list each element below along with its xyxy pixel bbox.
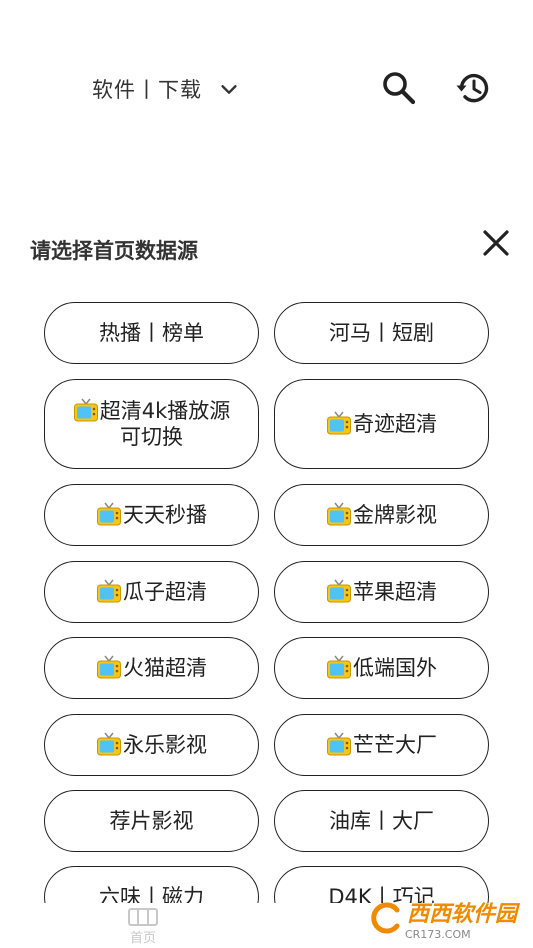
tv-icon: [97, 655, 121, 679]
source-button[interactable]: 苹果超清: [274, 561, 489, 623]
source-label: 低端国外: [353, 656, 437, 680]
source-label: 油库丨大厂: [329, 809, 434, 833]
home-icon: [128, 908, 158, 926]
source-label: 金牌影视: [353, 503, 437, 527]
tv-icon: [327, 411, 351, 435]
source-label: 荐片影视: [109, 809, 194, 833]
source-button[interactable]: 瓜子超清: [44, 561, 259, 623]
search-icon[interactable]: [379, 68, 419, 108]
source-button[interactable]: 低端国外: [274, 637, 489, 699]
tv-icon: [73, 398, 98, 422]
source-button[interactable]: 油库丨大厂: [274, 790, 489, 852]
source-button[interactable]: 金牌影视: [274, 484, 489, 546]
source-button[interactable]: 河马丨短剧: [274, 302, 489, 364]
source-label-line1: 超清4k播放源: [99, 399, 231, 423]
tv-icon: [327, 579, 351, 603]
tv-icon: [327, 732, 351, 756]
source-button[interactable]: 天天秒播: [44, 484, 259, 546]
source-label: 河马丨短剧: [329, 321, 434, 345]
source-label-line2: 可切换: [120, 425, 183, 449]
source-label: 奇迹超清: [353, 412, 437, 436]
top-bar: 软件丨下载: [0, 0, 533, 170]
source-label: 苹果超清: [353, 580, 437, 604]
source-label: 天天秒播: [123, 503, 207, 527]
source-button[interactable]: 热播丨榜单: [44, 302, 259, 364]
tv-icon: [97, 502, 121, 526]
tab-home[interactable]: 首页: [118, 903, 168, 948]
source-label: 瓜子超清: [123, 580, 207, 604]
source-selector[interactable]: 软件丨下载: [92, 72, 240, 106]
data-source-sheet: 热播丨榜单 河马丨短剧 超清4k播放源 可切换 奇迹超清 天天秒播 金牌影视 瓜…: [0, 205, 533, 905]
source-button[interactable]: 芒芒大厂: [274, 714, 489, 776]
tab-home-label: 首页: [129, 931, 156, 946]
source-button[interactable]: 超清4k播放源 可切换: [44, 379, 259, 469]
tv-icon: [97, 579, 121, 603]
source-label: 热播丨榜单: [99, 321, 204, 345]
source-button[interactable]: 六味丨磁力: [44, 866, 259, 905]
tv-icon: [327, 655, 351, 679]
source-button[interactable]: 火猫超清: [44, 637, 259, 699]
source-button[interactable]: 奇迹超清: [274, 379, 489, 469]
chevron-down-icon: [221, 85, 237, 94]
watermark-brand: 西西软件园: [406, 901, 517, 927]
close-icon[interactable]: [478, 225, 514, 261]
brand-logo-icon: [371, 902, 400, 934]
source-button[interactable]: 荐片影视: [44, 790, 259, 852]
sheet-title: 请选择首页数据源: [30, 239, 198, 263]
source-grid: 热播丨榜单 河马丨短剧 超清4k播放源 可切换 奇迹超清 天天秒播 金牌影视 瓜…: [0, 205, 533, 905]
source-label: 六味丨磁力: [99, 885, 204, 905]
history-icon[interactable]: [453, 68, 493, 108]
tv-icon: [97, 732, 121, 756]
source-label: 软件丨下载: [92, 78, 202, 102]
source-button[interactable]: 永乐影视: [44, 714, 259, 776]
source-label: 永乐影视: [123, 733, 207, 757]
source-label: 火猫超清: [123, 656, 207, 680]
watermark: 西西软件园 CR173.COM: [369, 898, 517, 941]
watermark-site: CR173.COM: [404, 927, 471, 941]
source-label: 芒芒大厂: [353, 733, 437, 757]
tv-icon: [327, 502, 351, 526]
